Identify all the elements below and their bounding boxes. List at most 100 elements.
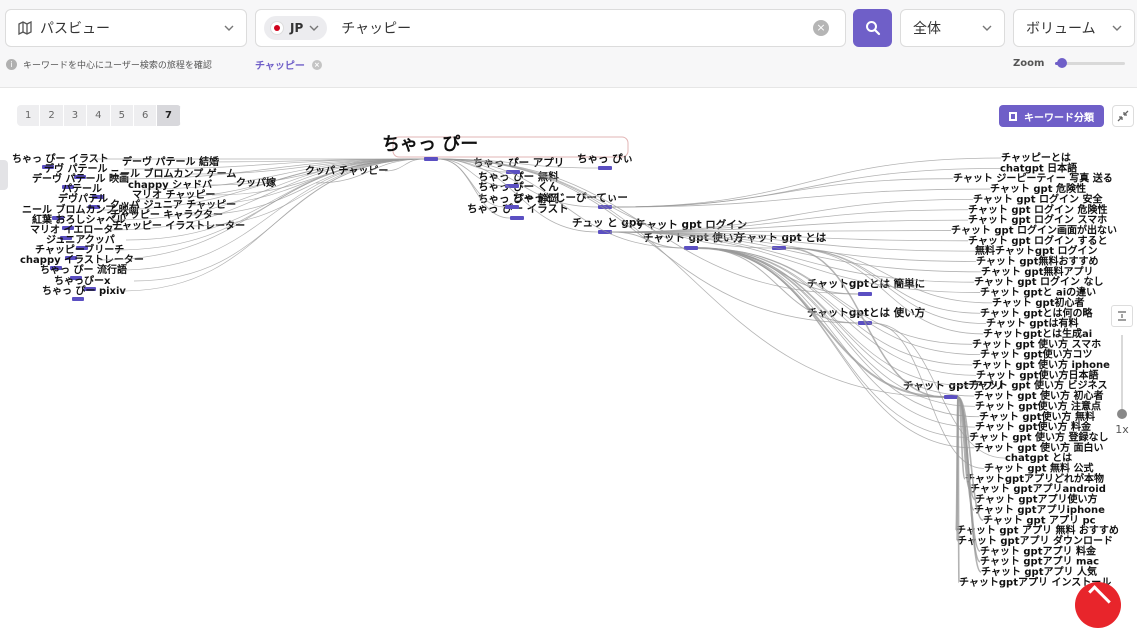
scope-select[interactable]: 全体 — [900, 9, 1005, 47]
clear-search-icon[interactable]: × — [813, 20, 829, 36]
keyword-chip[interactable]: チャッピー × — [255, 57, 322, 72]
chat-fab-button[interactable] — [1075, 582, 1121, 628]
search-icon — [865, 21, 880, 36]
right-keyword-36[interactable]: チャット gpt アプリ 無料 おすすめ — [956, 524, 1119, 537]
right-keyword-38[interactable]: チャット gptアプリ 料金 — [980, 544, 1097, 557]
right-keyword-14[interactable]: チャット gpt初心者 — [992, 296, 1084, 309]
left-keyword-13[interactable]: ちゃっ ぴー pixiv — [42, 284, 126, 297]
right-keyword-19[interactable]: チャット gpt使い方コツ — [980, 348, 1092, 361]
info-icon: i — [6, 59, 17, 70]
right-keyword-35[interactable]: チャット gpt アプリ pc — [983, 513, 1096, 526]
mid-node-bar-11[interactable] — [858, 292, 872, 296]
right-keyword-9[interactable]: 無料チャットgpt ログイン — [975, 244, 1097, 257]
right-keyword-15[interactable]: チャット gptとは何の略 — [980, 306, 1093, 319]
hint-text: i キーワードを中心にユーザー検索の旅程を確認 — [6, 58, 212, 71]
right-keyword-32[interactable]: チャット gptアプリandroid — [970, 482, 1106, 495]
right-keyword-17[interactable]: チャットgptとは生成ai — [983, 327, 1092, 340]
mid-keyword-10[interactable]: チャット gpt とは — [736, 232, 827, 244]
vertical-zoom-handle[interactable] — [1117, 409, 1127, 419]
view-select[interactable]: パスビュー — [5, 9, 247, 47]
step-3[interactable]: 3 — [64, 105, 88, 126]
step-5[interactable]: 5 — [111, 105, 134, 126]
right-keyword-18[interactable]: チャット gpt 使い方 スマホ — [972, 337, 1101, 350]
right-keyword-1[interactable]: chatgpt 日本語 — [1000, 161, 1077, 174]
right-keyword-20[interactable]: チャット gpt 使い方 iphone — [972, 358, 1110, 371]
right-keyword-24[interactable]: チャット gpt使い方 注意点 — [975, 399, 1101, 412]
right-keyword-10[interactable]: チャット gpt無料おすすめ — [976, 255, 1098, 268]
left-keyword-21[interactable]: クッパ チャッピー — [305, 165, 388, 177]
link-right-3 — [611, 188, 991, 208]
vertical-zoom-track[interactable] — [1121, 335, 1123, 415]
root-node-bar[interactable] — [424, 157, 438, 161]
right-keyword-6[interactable]: チャット gpt ログイン スマホ — [968, 213, 1107, 226]
link-right-18 — [697, 247, 973, 345]
left-keyword-20[interactable]: チャッピー イラストレーター — [112, 220, 245, 232]
right-keyword-7[interactable]: チャット gpt ログイン画面が出ない — [951, 223, 1117, 236]
left-keyword-14[interactable]: デーヴ パテール 結婚 — [122, 155, 219, 168]
right-keyword-25[interactable]: チャット gpt使い方 無料 — [979, 410, 1095, 423]
keyword-classify-label: キーワード分類 — [1024, 112, 1094, 124]
step-1[interactable]: 1 — [17, 105, 41, 126]
chevron-down-icon — [982, 25, 992, 31]
right-keyword-33[interactable]: チャット gptアプリ使い方 — [975, 493, 1097, 506]
right-keyword-22[interactable]: チャット gpt 使い方 ビジネス — [968, 379, 1107, 392]
mid-keyword-1[interactable]: ちゃっ ぴぃ — [577, 152, 633, 165]
path-graph: ちゃっ ぴーちゃっ ぴー イラストデヴ パテールデーヴ パテール 映画パテールデ… — [12, 134, 1119, 588]
right-keyword-5[interactable]: チャット gpt ログイン 危険性 — [968, 203, 1107, 216]
right-keyword-12[interactable]: チャット gpt ログイン なし — [974, 275, 1103, 288]
right-keyword-30[interactable]: チャット gpt 無料 公式 — [984, 462, 1093, 475]
mid-keyword-11[interactable]: チャットgptとは 簡単に — [807, 277, 925, 290]
chip-remove-icon[interactable]: × — [311, 59, 322, 70]
country-select[interactable]: JP — [264, 16, 328, 40]
mid-node-bar-6[interactable] — [510, 216, 524, 220]
mid-node-bar-9[interactable] — [684, 246, 698, 250]
right-keyword-8[interactable]: チャット gpt ログイン すると — [968, 234, 1107, 247]
left-keyword-22[interactable]: クッパ嫁 — [236, 176, 276, 189]
link-right-41 — [957, 396, 960, 584]
right-keyword-11[interactable]: チャット gpt無料アプリ — [981, 265, 1093, 278]
collapse-button[interactable] — [1112, 105, 1134, 127]
right-keyword-39[interactable]: チャット gptアプリ mac — [980, 555, 1099, 568]
right-keyword-26[interactable]: チャット gpt使い方 料金 — [975, 420, 1092, 433]
zoom-slider-handle[interactable] — [1056, 58, 1067, 68]
zoom-slider[interactable] — [1055, 58, 1125, 68]
fit-view-button[interactable] — [1111, 305, 1133, 327]
right-keyword-31[interactable]: チャットgptアプリどれが本物 — [965, 472, 1104, 485]
right-keyword-13[interactable]: チャット gptと aiの違い — [980, 286, 1096, 299]
right-keyword-3[interactable]: チャット gpt 危険性 — [990, 182, 1086, 195]
volume-select[interactable]: ボリューム — [1013, 9, 1135, 47]
step-2[interactable]: 2 — [40, 105, 64, 126]
left-node-bar-13[interactable] — [72, 297, 84, 301]
vertical-zoom-value: 1x — [1115, 423, 1129, 436]
step-4[interactable]: 4 — [87, 105, 111, 126]
chevron-down-icon — [1112, 25, 1122, 31]
vertical-zoom: 1x — [1111, 305, 1133, 440]
right-keyword-34[interactable]: チャット gptアプリiphone — [974, 503, 1105, 516]
right-keyword-21[interactable]: チャット gpt使い方日本語 — [976, 368, 1098, 381]
right-keyword-23[interactable]: チャット gpt 使い方 初心者 — [974, 389, 1103, 402]
keyword-classify-button[interactable]: キーワード分類 — [999, 105, 1104, 127]
link-right-22 — [697, 247, 969, 387]
right-keyword-40[interactable]: チャット gptアプリ 人気 — [981, 565, 1097, 578]
right-keyword-2[interactable]: チャット ジーピーティー 写真 送る — [953, 172, 1113, 185]
right-keyword-0[interactable]: チャッピーとは — [1001, 152, 1071, 164]
step-7[interactable]: 7 — [157, 105, 181, 126]
search-button[interactable] — [853, 9, 892, 47]
collapse-icon — [1117, 110, 1129, 122]
right-keyword-4[interactable]: チャット gpt ログイン 安全 — [973, 192, 1103, 205]
search-input[interactable] — [327, 20, 813, 36]
left-keyword-11[interactable]: ちゃっ ぴー 流行語 — [40, 263, 127, 276]
root-keyword[interactable]: ちゃっ ぴー — [382, 134, 478, 155]
left-keyword-4[interactable]: デヴパテル — [58, 192, 108, 205]
step-6[interactable]: 6 — [134, 105, 158, 126]
left-keyword-19[interactable]: チャッピー キャラクター — [110, 209, 223, 221]
right-keyword-16[interactable]: チャット gptは有料 — [986, 317, 1078, 330]
mid-node-bar-13[interactable] — [944, 395, 958, 399]
panel-icon — [1009, 111, 1017, 121]
right-keyword-27[interactable]: チャット gpt 使い方 登録なし — [969, 430, 1108, 443]
right-keyword-28[interactable]: チャット gpt 使い方 面白い — [974, 441, 1103, 454]
right-keyword-29[interactable]: chatgpt とは — [1005, 452, 1072, 464]
mid-node-bar-4[interactable] — [505, 205, 519, 209]
mid-node-bar-1[interactable] — [598, 166, 612, 170]
right-keyword-37[interactable]: チャット gptアプリ ダウンロード — [957, 534, 1113, 547]
